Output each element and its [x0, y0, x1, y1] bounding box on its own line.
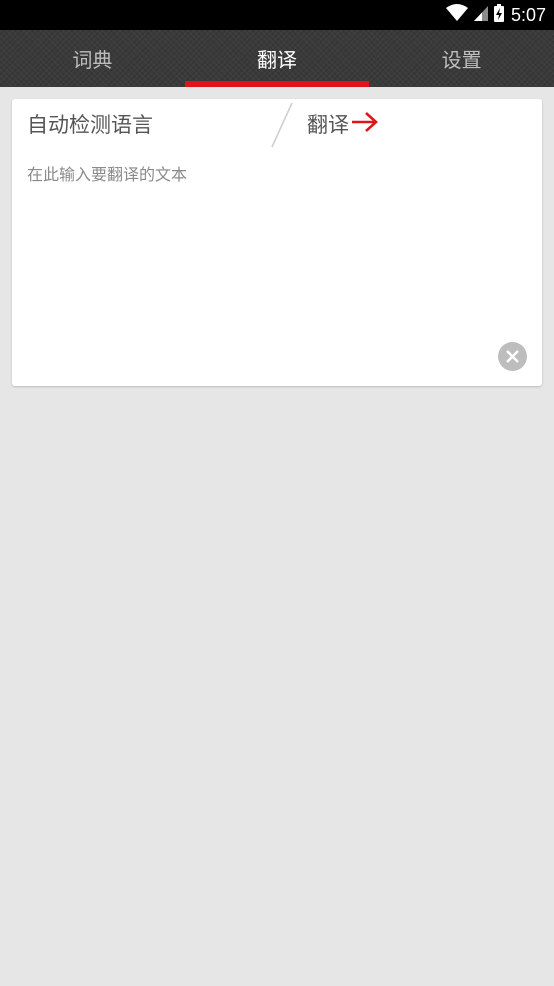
- tab-dictionary[interactable]: 词典: [0, 30, 185, 87]
- battery-icon: [493, 3, 505, 27]
- tab-settings-label: 设置: [441, 48, 482, 72]
- tab-translate[interactable]: 翻译: [184, 30, 370, 87]
- status-bar: 5:07: [0, 0, 554, 30]
- translate-card: 自动检测语言 翻译: [12, 99, 542, 386]
- target-language-label: 翻译: [307, 113, 349, 137]
- wifi-icon: [445, 3, 469, 27]
- status-icons: 5:07: [445, 0, 546, 30]
- tab-bar: 词典 翻译 设置: [0, 30, 554, 87]
- source-language-selector[interactable]: 自动检测语言: [27, 109, 153, 139]
- tab-translate-label: 翻译: [257, 48, 297, 72]
- translate-input[interactable]: [27, 161, 507, 361]
- status-time: 5:07: [510, 4, 546, 25]
- tab-settings[interactable]: 设置: [369, 30, 554, 87]
- target-language-selector[interactable]: 翻译: [307, 109, 379, 139]
- tab-dictionary-label: 词典: [72, 48, 113, 72]
- close-icon: [498, 342, 527, 371]
- signal-icon: [473, 3, 489, 27]
- language-divider: [268, 101, 298, 153]
- clear-button[interactable]: [498, 342, 527, 371]
- active-tab-indicator: [184, 81, 370, 87]
- arrow-right-icon: [351, 111, 379, 138]
